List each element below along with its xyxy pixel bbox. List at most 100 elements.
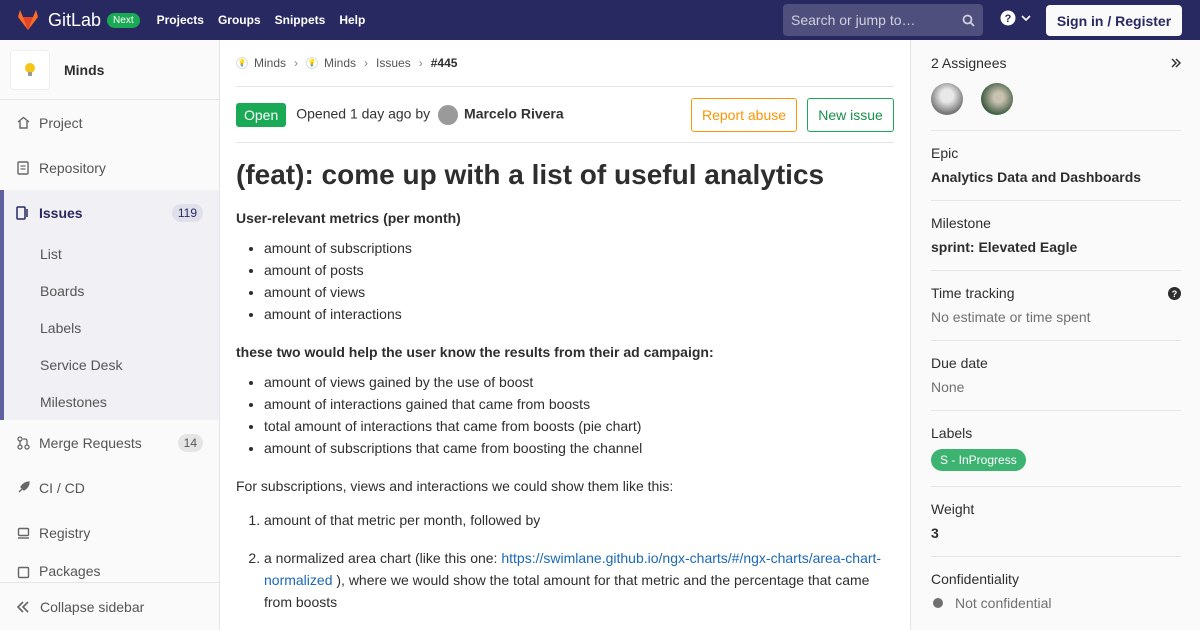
- next-badge[interactable]: Next: [107, 12, 140, 28]
- question-icon: ?: [1000, 10, 1016, 26]
- nav-snippets[interactable]: Snippets: [268, 13, 333, 27]
- list-item: amount of that metric per month, followe…: [264, 509, 894, 531]
- sidebar-item-label: CI / CD: [39, 479, 85, 496]
- issues-icon: [16, 205, 30, 220]
- search-input[interactable]: Search or jump to…: [783, 4, 983, 36]
- issue-description: User-relevant metrics (per month) amount…: [236, 207, 894, 613]
- due-date-block: Due date None: [931, 341, 1181, 411]
- svg-text:?: ?: [1172, 289, 1178, 299]
- merge-icon: [16, 435, 30, 450]
- sidebar-item-repository[interactable]: Repository: [0, 145, 219, 190]
- nav-help[interactable]: Help: [332, 13, 372, 27]
- search-placeholder: Search or jump to…: [791, 12, 916, 28]
- collapse-right-icon[interactable]: [1171, 58, 1181, 68]
- subnav-boards[interactable]: Boards: [4, 272, 219, 309]
- metrics-list: amount of subscriptions amount of posts …: [264, 237, 894, 325]
- avatar[interactable]: [981, 83, 1013, 115]
- sidebar-item-label: Registry: [39, 524, 91, 541]
- new-issue-button[interactable]: New issue: [807, 98, 894, 132]
- breadcrumb-issue-id[interactable]: #445: [431, 56, 458, 70]
- issues-subnav: List Boards Labels Service Desk Mileston…: [0, 235, 219, 420]
- author-avatar[interactable]: [438, 104, 459, 125]
- confidentiality-value: Not confidential: [931, 595, 1181, 611]
- brand-name: GitLab: [48, 9, 102, 30]
- gitlab-logo[interactable]: GitLab Next: [16, 9, 140, 31]
- sidebar-item-issues[interactable]: Issues 119: [0, 190, 219, 235]
- lightbulb-icon: 💡: [236, 57, 248, 69]
- milestone-value[interactable]: sprint: Elevated Eagle: [931, 239, 1181, 255]
- tanuki-icon: [18, 10, 38, 30]
- search-icon: [962, 14, 975, 27]
- top-nav: Projects Groups Snippets Help: [150, 13, 373, 27]
- project-avatar: [10, 49, 50, 90]
- epic-value[interactable]: Analytics Data and Dashboards: [931, 169, 1181, 185]
- report-abuse-button[interactable]: Report abuse: [691, 98, 797, 132]
- chevron-down-icon: [1021, 15, 1031, 22]
- label-pill[interactable]: S - InProgress: [931, 449, 1026, 471]
- issue-main: 💡 Minds › 💡 Minds › Issues › #445 Open O…: [236, 40, 894, 630]
- sidebar-item-packages[interactable]: Packages: [0, 555, 219, 579]
- assignees-block: 2 Assignees: [931, 40, 1181, 131]
- weight-title: Weight: [931, 501, 975, 517]
- sidebar-item-label: Packages: [39, 563, 101, 579]
- merge-requests-count-badge: 14: [177, 433, 203, 452]
- issue-title: (feat): come up with a list of useful an…: [236, 159, 825, 190]
- avatar[interactable]: [931, 83, 963, 115]
- list-item: amount of interactions gained that came …: [264, 393, 894, 415]
- time-tracking-block: Time tracking ? No estimate or time spen…: [931, 271, 1181, 341]
- sidebar-item-merge-requests[interactable]: Merge Requests 14: [0, 420, 219, 465]
- list-item: a normalized area chart (like this one: …: [264, 547, 894, 613]
- lightbulb-icon: 💡: [306, 57, 319, 69]
- collapse-sidebar-button[interactable]: Collapse sidebar: [0, 582, 219, 630]
- confidentiality-title: Confidentiality: [931, 571, 1019, 587]
- help-dropdown[interactable]: ?: [1000, 10, 1031, 26]
- subnav-service-desk[interactable]: Service Desk: [4, 346, 219, 383]
- package-icon: [16, 565, 30, 579]
- breadcrumb-separator: ›: [364, 56, 369, 70]
- breadcrumb: 💡 Minds › 💡 Minds › Issues › #445: [236, 40, 894, 87]
- subnav-labels[interactable]: Labels: [4, 309, 219, 346]
- assignee-avatars: [931, 83, 1181, 115]
- confidentiality-block: Confidentiality Not confidential: [931, 557, 1181, 626]
- breadcrumb-project[interactable]: Minds: [324, 56, 356, 70]
- sidebar-project-header[interactable]: Minds: [0, 40, 219, 100]
- lightbulb-icon: [25, 62, 35, 76]
- nav-groups[interactable]: Groups: [211, 13, 268, 27]
- doc-icon: [16, 160, 30, 175]
- sidebar-item-label: Repository: [39, 159, 106, 176]
- list-item: amount of subscriptions that came from b…: [264, 437, 894, 459]
- eye-icon: [933, 598, 943, 608]
- subnav-list[interactable]: List: [4, 235, 219, 272]
- sidebar-item-registry[interactable]: Registry: [0, 510, 219, 555]
- breadcrumb-issues[interactable]: Issues: [376, 56, 411, 70]
- opened-label: Opened 1 day ago by: [296, 105, 431, 122]
- nav-projects[interactable]: Projects: [150, 13, 211, 27]
- collapse-sidebar-label: Collapse sidebar: [40, 598, 145, 615]
- container-icon: [16, 526, 30, 540]
- due-date-title: Due date: [931, 355, 988, 371]
- list-item: amount of posts: [264, 259, 894, 281]
- rocket-icon: [16, 481, 30, 495]
- sign-in-button[interactable]: Sign in / Register: [1046, 5, 1182, 36]
- home-icon: [16, 116, 30, 130]
- svg-text:?: ?: [1005, 13, 1012, 25]
- subnav-milestones[interactable]: Milestones: [4, 383, 219, 420]
- author-link[interactable]: Marcelo Rivera: [464, 105, 564, 121]
- time-tracking-value: No estimate or time spent: [931, 309, 1091, 325]
- display-list: amount of that metric per month, followe…: [264, 509, 894, 613]
- list-item: amount of views: [264, 281, 894, 303]
- sidebar-item-label: Merge Requests: [39, 434, 142, 451]
- question-icon[interactable]: ?: [1168, 286, 1181, 300]
- list-item: amount of subscriptions: [264, 237, 894, 259]
- time-tracking-title: Time tracking ?: [931, 285, 1181, 301]
- sidebar-item-label: Project: [39, 114, 83, 131]
- weight-value: 3: [931, 525, 939, 541]
- top-navbar: GitLab Next Projects Groups Snippets Hel…: [0, 0, 1200, 40]
- assignees-title: 2 Assignees: [931, 55, 1181, 71]
- sidebar-item-project[interactable]: Project: [0, 100, 219, 145]
- sidebar-item-ci-cd[interactable]: CI / CD: [0, 465, 219, 510]
- opened-text: Opened 1 day ago by Marcelo Rivera: [296, 104, 564, 125]
- milestone-block: Milestone sprint: Elevated Eagle: [931, 201, 1181, 271]
- breadcrumb-group[interactable]: Minds: [254, 56, 286, 70]
- issues-count-badge: 119: [171, 203, 203, 222]
